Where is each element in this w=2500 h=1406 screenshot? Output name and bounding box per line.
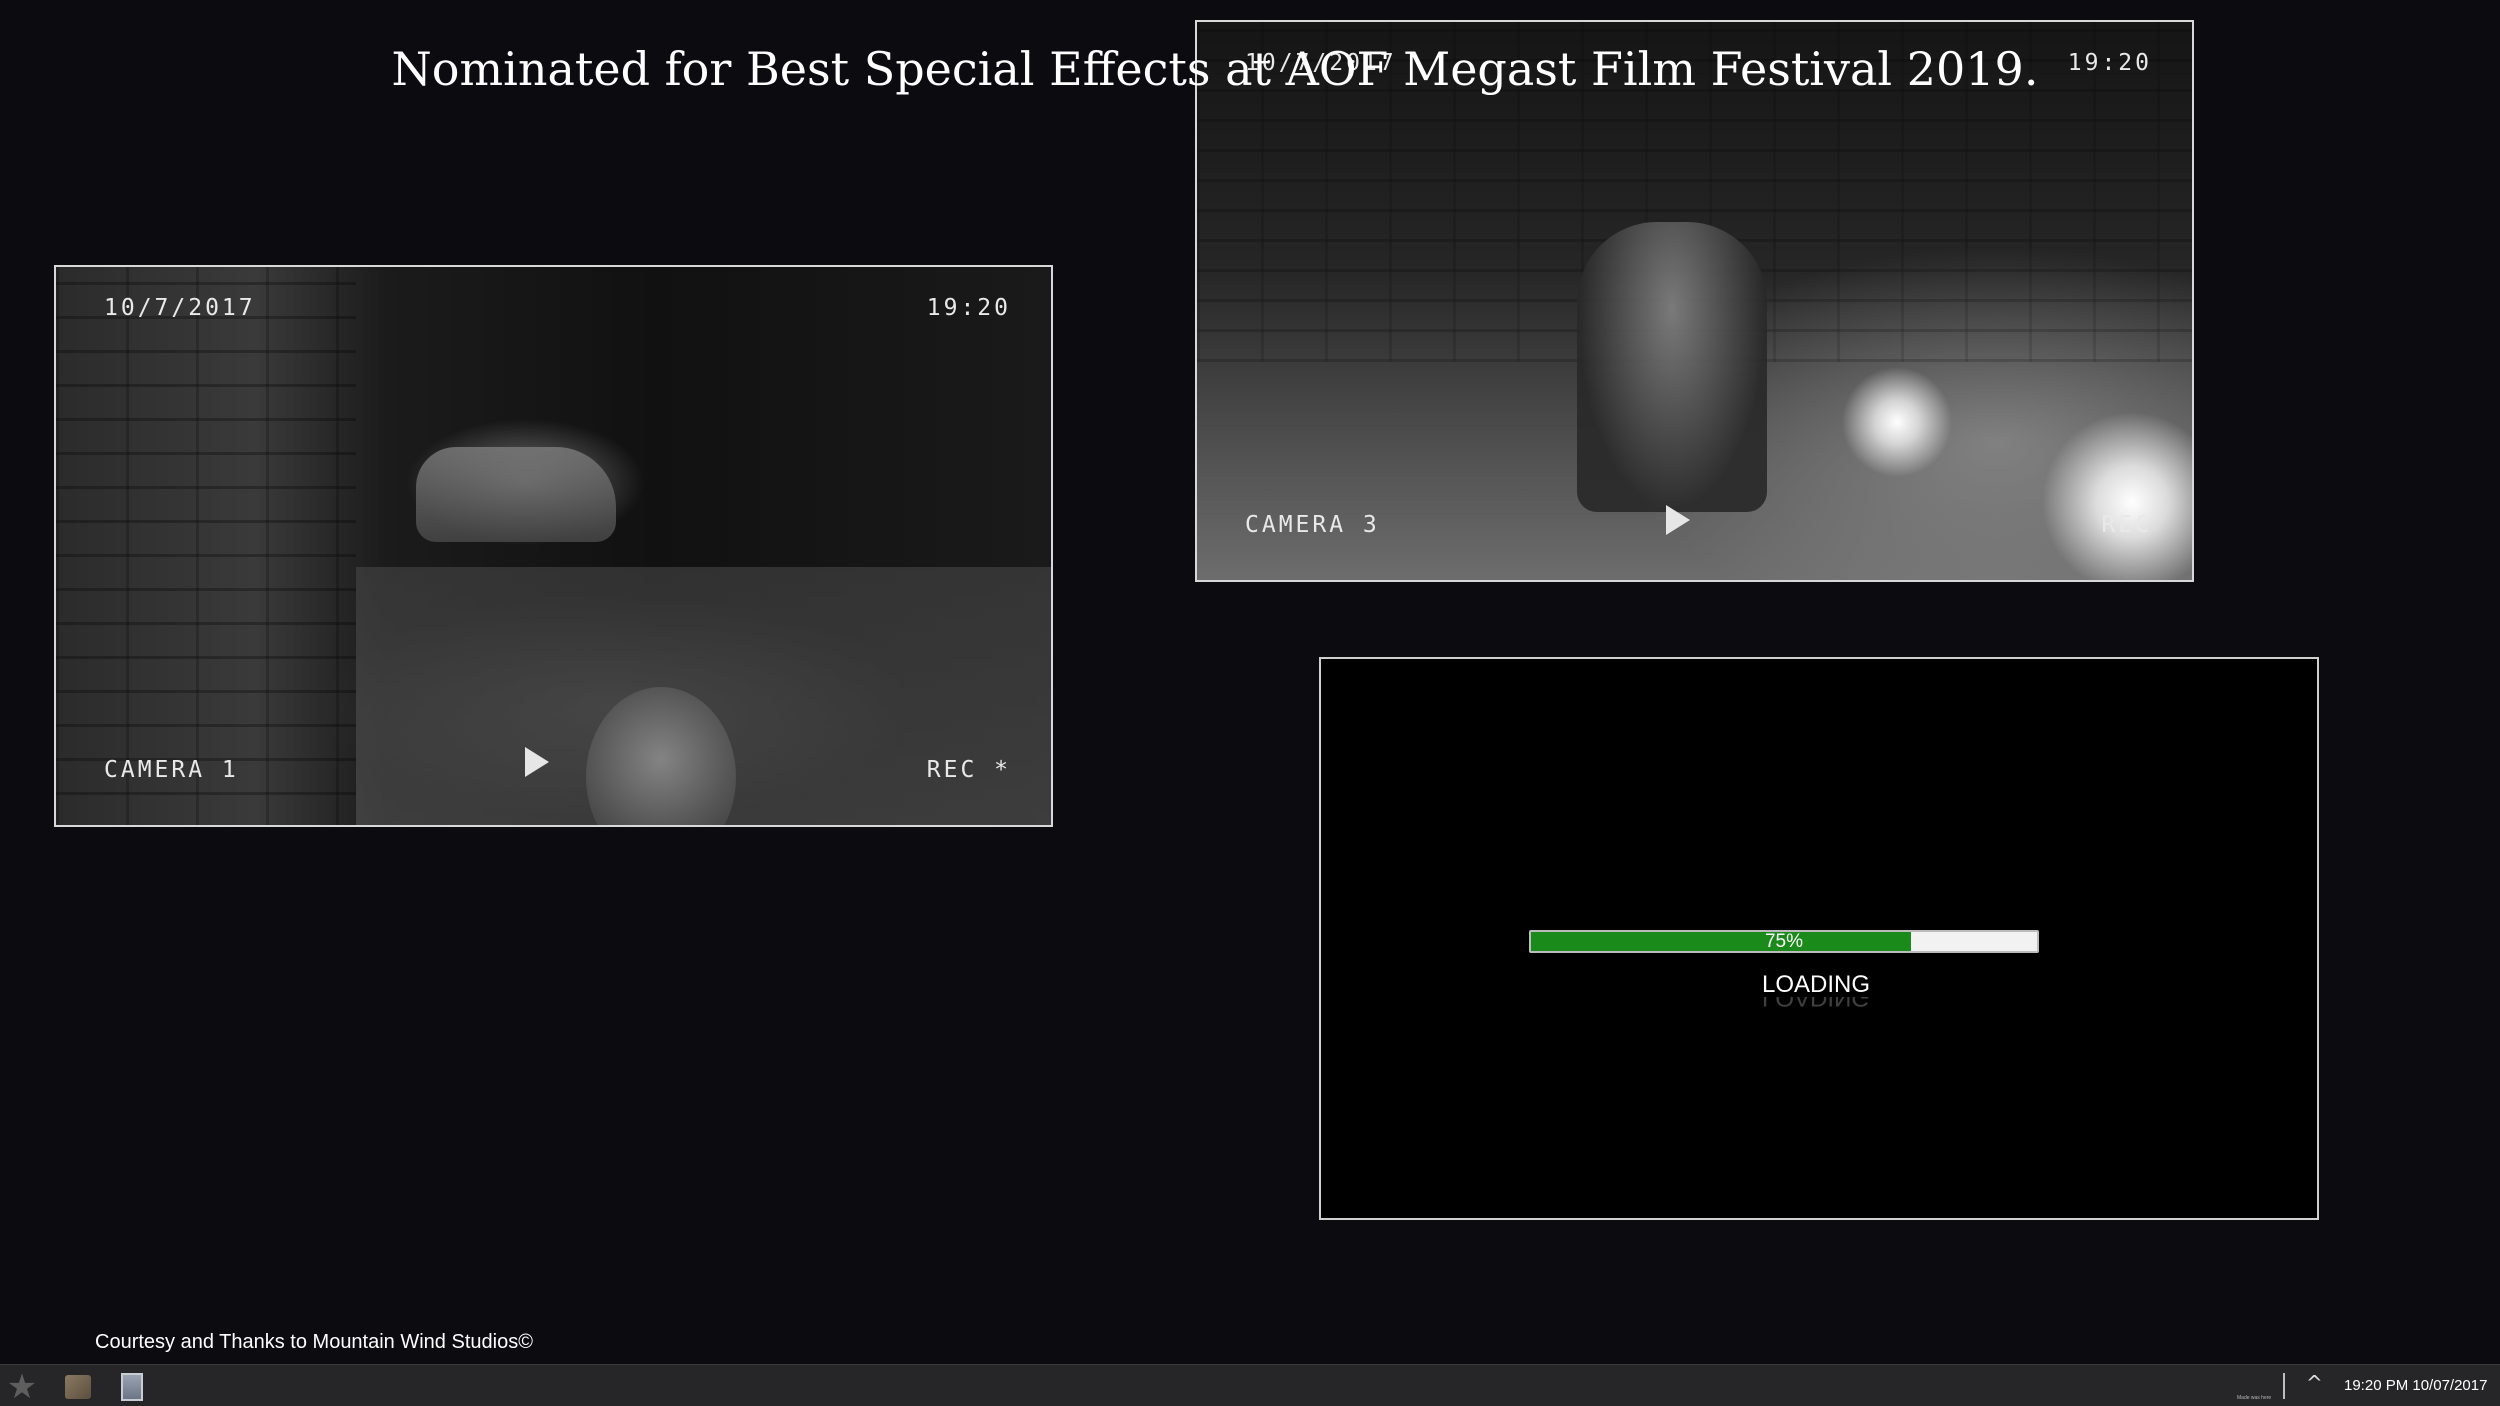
document-icon[interactable]	[116, 1371, 148, 1403]
progress-percent: 75%	[1764, 931, 1804, 952]
brick-wall	[56, 267, 356, 825]
camera-1-feed[interactable]: 10/7/2017 19:20 CAMERA 1 REC *	[54, 265, 1053, 827]
camera-3-label: CAMERA 3	[1245, 512, 1380, 538]
camera-1-label: CAMERA 1	[104, 757, 239, 783]
people-figures	[1577, 222, 1767, 512]
camera-3-feed[interactable]: 10/7/2017 19:20 CAMERA 3 REC	[1195, 20, 2194, 582]
tray-note: Made was here	[2237, 1395, 2272, 1401]
play-icon[interactable]	[1666, 505, 1690, 535]
progress-bar: 75%	[1529, 930, 2039, 953]
credit-text: Courtesy and Thanks to Mountain Wind Stu…	[95, 1331, 533, 1353]
star-icon[interactable]: ★	[6, 1370, 38, 1404]
camera-3-rec-status: REC	[2101, 512, 2152, 538]
loading-panel: 75% LOADING LOADING	[1319, 657, 2319, 1220]
taskbar-clock[interactable]: 19:20 PM 10/07/2017	[2344, 1377, 2487, 1394]
loading-label: LOADING	[1761, 971, 1871, 998]
taskbar-divider	[2283, 1373, 2285, 1399]
camera-1-rec-status: REC *	[926, 757, 1011, 783]
taskbar: ★ Made was here ^ 19:20 PM 10/07/2017	[0, 1364, 2500, 1406]
chevron-up-icon[interactable]: ^	[2306, 1371, 2323, 1395]
camera-1-time: 19:20	[926, 295, 1011, 321]
parked-car	[416, 447, 616, 542]
headline-text: Nominated for Best Special Effects at AO…	[391, 42, 2039, 96]
camera-1-date: 10/7/2017	[104, 295, 256, 321]
play-icon[interactable]	[525, 747, 549, 777]
loading-label-reflection: LOADING	[1761, 997, 1871, 1011]
package-icon[interactable]	[62, 1371, 94, 1403]
